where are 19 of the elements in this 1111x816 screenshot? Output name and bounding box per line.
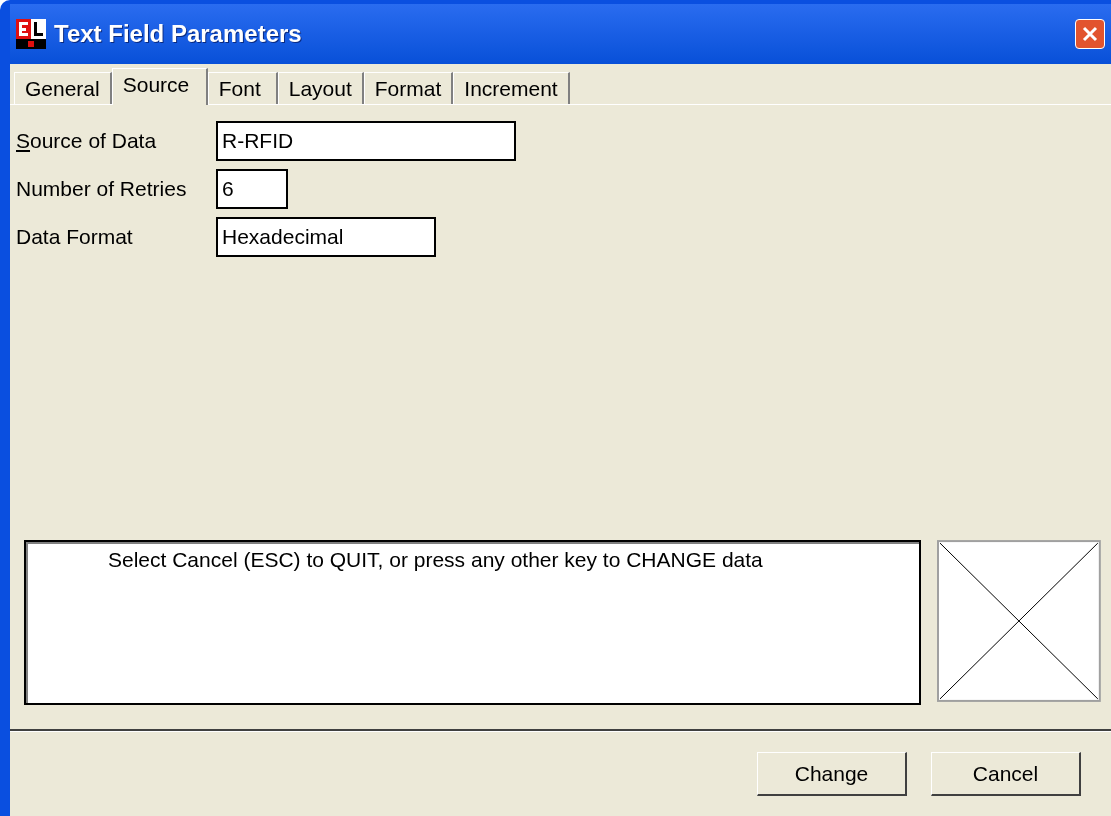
close-button[interactable]	[1075, 19, 1105, 49]
tab[interactable]: Format	[363, 72, 454, 104]
dialog-button[interactable]: Change	[757, 752, 907, 796]
tab[interactable]: Increment	[453, 72, 570, 104]
tab[interactable]: Layout	[277, 72, 364, 104]
input-field[interactable]: R-RFID	[216, 121, 516, 161]
field-label: Number of Retries	[16, 177, 188, 201]
message-text: Select Cancel (ESC) to QUIT, or press any other key to CHANGE data	[24, 540, 922, 705]
field-label: Data Format	[16, 225, 134, 249]
field-label: Source of Data	[16, 129, 158, 153]
tab[interactable]: General	[14, 72, 112, 104]
window-title: Text Field Parameters	[54, 20, 303, 48]
tab[interactable]: Font	[207, 72, 278, 104]
input-field[interactable]: 6	[216, 169, 288, 209]
dialog-button[interactable]: Cancel	[931, 752, 1081, 796]
close-icon	[1081, 25, 1099, 43]
app-logo-icon	[16, 19, 46, 49]
tab[interactable]: Source	[111, 68, 208, 105]
input-field[interactable]: Hexadecimal	[216, 217, 436, 257]
